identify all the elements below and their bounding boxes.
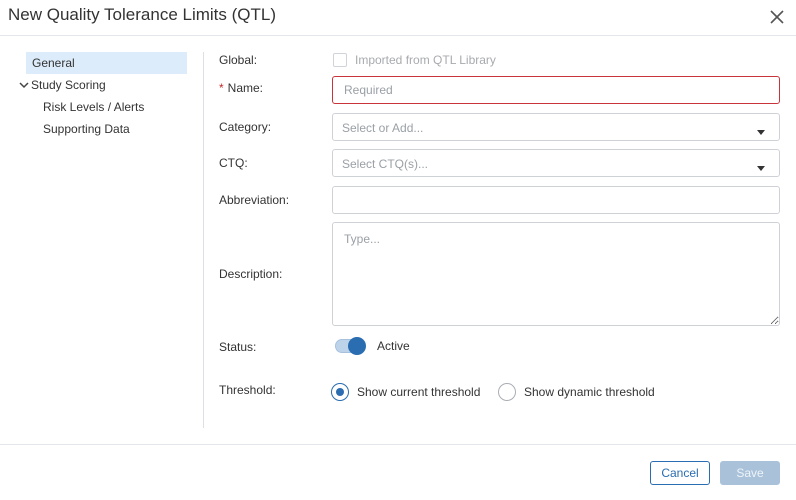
dialog-title: New Quality Tolerance Limits (QTL) xyxy=(8,5,276,24)
sidebar-item-label: Risk Levels / Alerts xyxy=(43,100,145,114)
caret-down-icon xyxy=(756,124,766,135)
ctq-select[interactable]: Select CTQ(s)... xyxy=(332,149,780,177)
ctq-placeholder: Select CTQ(s)... xyxy=(342,157,429,171)
abbreviation-label: Abbreviation: xyxy=(219,193,290,207)
sidebar-item-supporting-data[interactable]: Supporting Data xyxy=(43,118,130,140)
category-placeholder: Select or Add... xyxy=(342,121,424,135)
vertical-divider xyxy=(203,52,204,428)
show-current-threshold-radio[interactable] xyxy=(331,383,349,401)
status-label: Status: xyxy=(219,340,257,354)
sidebar-item-label: General xyxy=(32,56,75,70)
name-label: * Name: xyxy=(219,81,263,95)
toggle-knob xyxy=(348,337,366,355)
show-current-threshold-label: Show current threshold xyxy=(357,385,481,399)
name-label-text: Name: xyxy=(227,81,264,95)
status-toggle-label: Active xyxy=(377,339,410,353)
cancel-button[interactable]: Cancel xyxy=(650,461,710,485)
caret-down-icon xyxy=(756,160,766,171)
save-button[interactable]: Save xyxy=(720,461,780,485)
sidebar-item-label: Study Scoring xyxy=(31,78,106,92)
name-input[interactable] xyxy=(332,76,780,104)
global-label: Global: xyxy=(219,53,258,67)
close-icon[interactable] xyxy=(766,6,788,28)
description-textarea[interactable] xyxy=(332,222,780,326)
category-label: Category: xyxy=(219,120,272,134)
status-toggle[interactable] xyxy=(335,337,366,355)
imported-from-library-checkbox[interactable] xyxy=(333,53,347,67)
show-dynamic-threshold-radio[interactable] xyxy=(498,383,516,401)
required-marker: * xyxy=(219,81,224,95)
sidebar-item-label: Supporting Data xyxy=(43,122,130,136)
imported-from-library-label: Imported from QTL Library xyxy=(355,53,496,67)
abbreviation-input[interactable] xyxy=(332,186,780,214)
sidebar-item-study-scoring[interactable]: Study Scoring xyxy=(18,74,106,96)
sidebar-item-risk-levels[interactable]: Risk Levels / Alerts xyxy=(43,96,144,118)
footer-divider xyxy=(0,444,796,445)
category-select[interactable]: Select or Add... xyxy=(332,113,780,141)
dialog-header: New Quality Tolerance Limits (QTL) xyxy=(0,0,796,36)
show-dynamic-threshold-label: Show dynamic threshold xyxy=(524,385,655,399)
description-label: Description: xyxy=(219,267,283,281)
threshold-label: Threshold: xyxy=(219,383,276,397)
sidebar-item-general[interactable]: General xyxy=(26,52,187,74)
chevron-down-icon[interactable] xyxy=(18,74,30,96)
ctq-label: CTQ: xyxy=(219,156,248,170)
